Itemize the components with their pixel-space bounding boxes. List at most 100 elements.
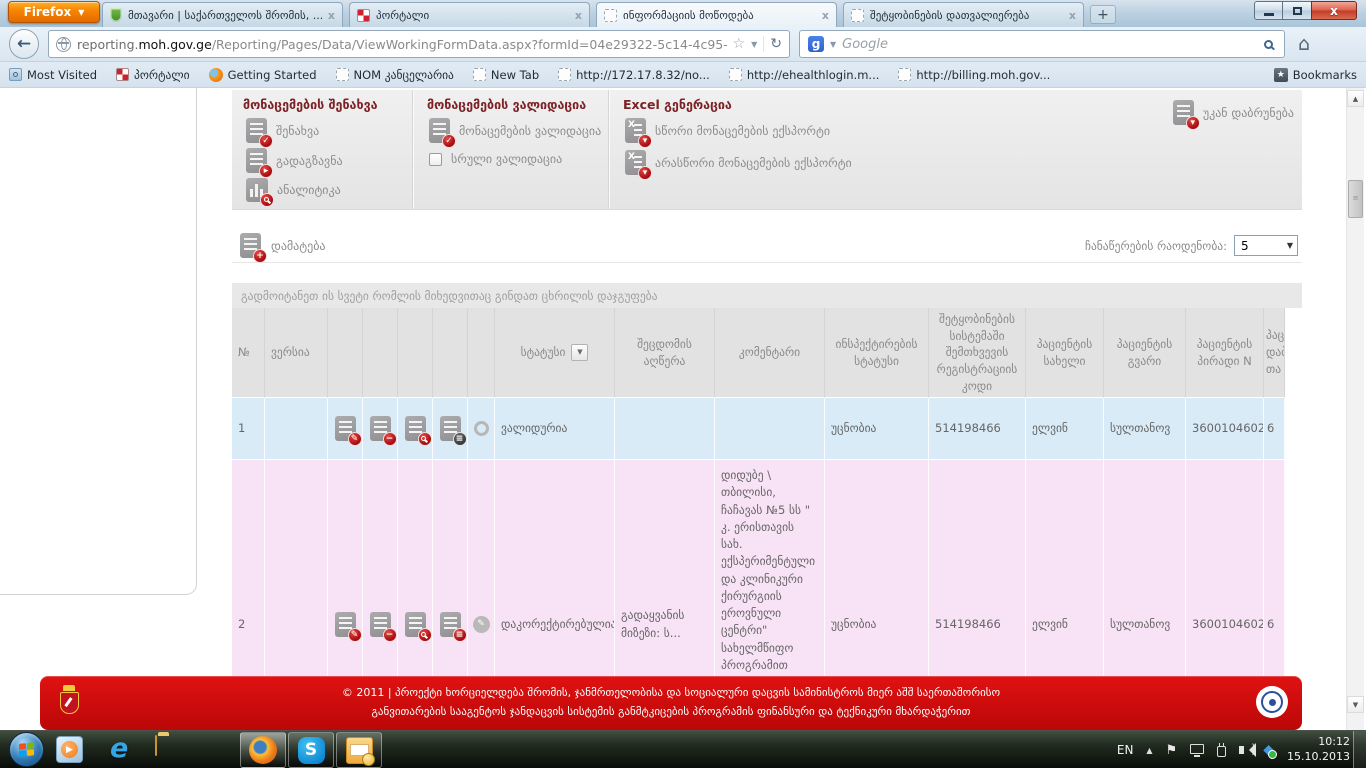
- tab-information-active[interactable]: ინფორმაციის მოწოდება x: [596, 2, 837, 27]
- bookmark-label: New Tab: [491, 68, 539, 82]
- firefox-menu-button[interactable]: Firefox ▼: [8, 1, 100, 23]
- taskbar-skype-button[interactable]: S: [288, 732, 334, 768]
- cell-last-name: სულთანოვ: [1104, 398, 1186, 460]
- row-edit-button[interactable]: ✎: [328, 398, 363, 460]
- edit-doc-icon: ✎: [335, 612, 356, 637]
- column-header-status[interactable]: სტატუსი ▼: [495, 308, 615, 398]
- taskbar-ie-button[interactable]: e: [110, 735, 128, 762]
- back-button[interactable]: ←: [9, 29, 39, 59]
- language-indicator[interactable]: EN: [1117, 743, 1134, 757]
- start-button[interactable]: [9, 732, 44, 767]
- bookmark-star-icon[interactable]: ☆: [733, 36, 746, 52]
- validate-doc-icon: ✓: [429, 118, 450, 143]
- bookmark-ip[interactable]: http://172.17.8.32/no...: [558, 68, 710, 82]
- analytics-button[interactable]: ანალიტიკა: [246, 178, 341, 202]
- new-tab-button[interactable]: +: [1090, 5, 1116, 24]
- restore-button[interactable]: [1283, 1, 1311, 20]
- export-valid-button[interactable]: ▾ სწორი მონაცემების ექსპორტი: [625, 118, 830, 143]
- scroll-up-icon[interactable]: ▲: [1347, 90, 1364, 107]
- reload-icon[interactable]: ↻: [763, 36, 782, 52]
- bookmark-ehealth[interactable]: http://ehealthlogin.m...: [729, 68, 880, 82]
- vertical-scrollbar[interactable]: ▲ ≡ ▼: [1346, 88, 1364, 731]
- export-invalid-label: არასწორი მონაცემების ექსპორტი: [655, 156, 852, 170]
- records-count-select[interactable]: 5 ▼: [1234, 235, 1298, 256]
- row-delete-button[interactable]: −: [363, 398, 398, 460]
- bookmark-portal[interactable]: პორტალი: [116, 68, 190, 82]
- tab-close-icon[interactable]: x: [575, 9, 582, 22]
- group-drop-zone[interactable]: გადმოიტანეთ ის სვეტი რომლის მიხედვითაც გ…: [232, 283, 1302, 308]
- footer-text: © 2011 | პროექტი ხორციელდება შრომის, ჯან…: [342, 684, 1000, 721]
- tab-close-icon[interactable]: x: [822, 9, 829, 22]
- send-button[interactable]: ▸ გადაგზავნა: [246, 148, 343, 173]
- bookmark-label: Getting Started: [228, 68, 317, 82]
- taskbar-explorer-button[interactable]: [155, 736, 157, 755]
- export-invalid-button[interactable]: ▾ არასწორი მონაცემების ექსპორტი: [625, 150, 852, 175]
- tab-close-icon[interactable]: x: [1069, 9, 1076, 22]
- search-box[interactable]: g ▼ Google: [799, 30, 1285, 58]
- row-radio[interactable]: [468, 398, 495, 460]
- show-desktop-button[interactable]: [1353, 731, 1366, 768]
- tab-portal[interactable]: პორტალი x: [349, 2, 590, 27]
- tab-strip: მთავარი | საქართველოს შრომის, ... x პორტ…: [102, 2, 1116, 27]
- column-header-reg-code[interactable]: შეტყობინების სისტემაში შემთხვევის რეგისტ…: [929, 308, 1026, 398]
- bookmark-new-tab[interactable]: New Tab: [473, 68, 539, 82]
- group-excel: Excel გენერაცია ▾ სწორი მონაცემების ექსპ…: [608, 90, 938, 209]
- screen: Firefox ▼ მთავარი | საქართველოს შრომის, …: [0, 0, 1366, 768]
- search-engine-dropdown-icon[interactable]: ▼: [830, 40, 836, 49]
- go-back-label: უკან დაბრუნება: [1203, 106, 1294, 120]
- dashed-favicon: [851, 9, 864, 22]
- windows-logo-icon: [19, 742, 35, 758]
- add-record-button[interactable]: + დამატება: [240, 233, 326, 258]
- dashed-favicon: [604, 9, 617, 22]
- action-center-flag-icon[interactable]: ⚑: [1166, 743, 1178, 758]
- georgia-emblem-icon: [357, 9, 370, 22]
- search-placeholder: Google: [842, 37, 1258, 52]
- row-log-button[interactable]: ≡: [433, 398, 468, 460]
- url-dropdown-icon[interactable]: ▼: [751, 40, 757, 49]
- scrollbar-thumb[interactable]: ≡: [1348, 180, 1363, 218]
- dropbox-icon[interactable]: ◆: [1263, 743, 1274, 757]
- tab-close-icon[interactable]: x: [328, 9, 335, 22]
- column-header-error[interactable]: შეცდომის აღწერა: [615, 308, 715, 398]
- column-header-version[interactable]: ვერსია: [265, 308, 328, 398]
- bookmark-getting-started[interactable]: Getting Started: [209, 68, 317, 82]
- taskbar-outlook-button[interactable]: [336, 732, 382, 768]
- status-filter-button[interactable]: ▼: [571, 344, 588, 361]
- taskbar-firefox-button[interactable]: [240, 732, 286, 768]
- close-button[interactable]: x: [1311, 1, 1357, 20]
- column-header-personal-n[interactable]: პაციენტის პირადი N: [1186, 308, 1264, 398]
- column-header-num[interactable]: №: [232, 308, 265, 398]
- dashed-favicon: [558, 68, 571, 81]
- go-back-button[interactable]: ▾ უკან დაბრუნება: [1173, 100, 1294, 125]
- tray-expand-icon[interactable]: ▲: [1146, 746, 1152, 755]
- minimize-button[interactable]: [1254, 1, 1283, 20]
- tab-home[interactable]: მთავარი | საქართველოს შრომის, ... x: [102, 2, 343, 27]
- url-bar[interactable]: reporting.moh.gov.ge/Reporting/Pages/Dat…: [48, 30, 790, 58]
- shield-icon: [110, 8, 122, 22]
- page-content: მონაცემების შენახვა ✓ შენახვა ▸ გადაგზავ…: [232, 88, 1302, 731]
- save-button[interactable]: ✓ შენახვა: [246, 118, 319, 143]
- bookmark-nom[interactable]: NOM კანცელარია: [336, 68, 454, 82]
- tab-messages[interactable]: შეტყობინების დათვალიერება x: [843, 2, 1084, 27]
- bookmark-billing[interactable]: http://billing.moh.gov...: [898, 68, 1050, 82]
- column-header-last-name[interactable]: პაციენტის გვარი: [1104, 308, 1186, 398]
- full-validation-option[interactable]: სრული ვალიდაცია: [429, 152, 562, 166]
- full-validation-checkbox[interactable]: [429, 153, 442, 166]
- power-icon[interactable]: [1217, 746, 1226, 757]
- bookmark-most-visited[interactable]: Most Visited: [9, 68, 97, 82]
- cell-num: 1: [232, 398, 265, 460]
- volume-icon[interactable]: [1239, 746, 1244, 754]
- column-header-first-name[interactable]: პაციენტის სახელი: [1026, 308, 1104, 398]
- row-view-button[interactable]: [398, 398, 433, 460]
- home-button[interactable]: ⌂: [1298, 33, 1310, 55]
- column-header-inspection[interactable]: ინსპექტირების სტატუსი: [825, 308, 929, 398]
- column-header-comment[interactable]: კომენტარი: [715, 308, 825, 398]
- column-header-birth-clipped[interactable]: პაც დაბ თა: [1264, 308, 1285, 398]
- clock[interactable]: 10:12 15.10.2013: [1287, 735, 1350, 765]
- scroll-down-icon[interactable]: ▼: [1347, 696, 1364, 713]
- taskbar-wmp-button[interactable]: ▶: [56, 736, 83, 763]
- network-icon[interactable]: [1190, 744, 1204, 754]
- validate-button[interactable]: ✓ მონაცემების ვალიდაცია: [429, 118, 601, 143]
- show-bookmarks-button[interactable]: ★Bookmarks: [1274, 68, 1357, 82]
- search-icon[interactable]: [1264, 40, 1273, 49]
